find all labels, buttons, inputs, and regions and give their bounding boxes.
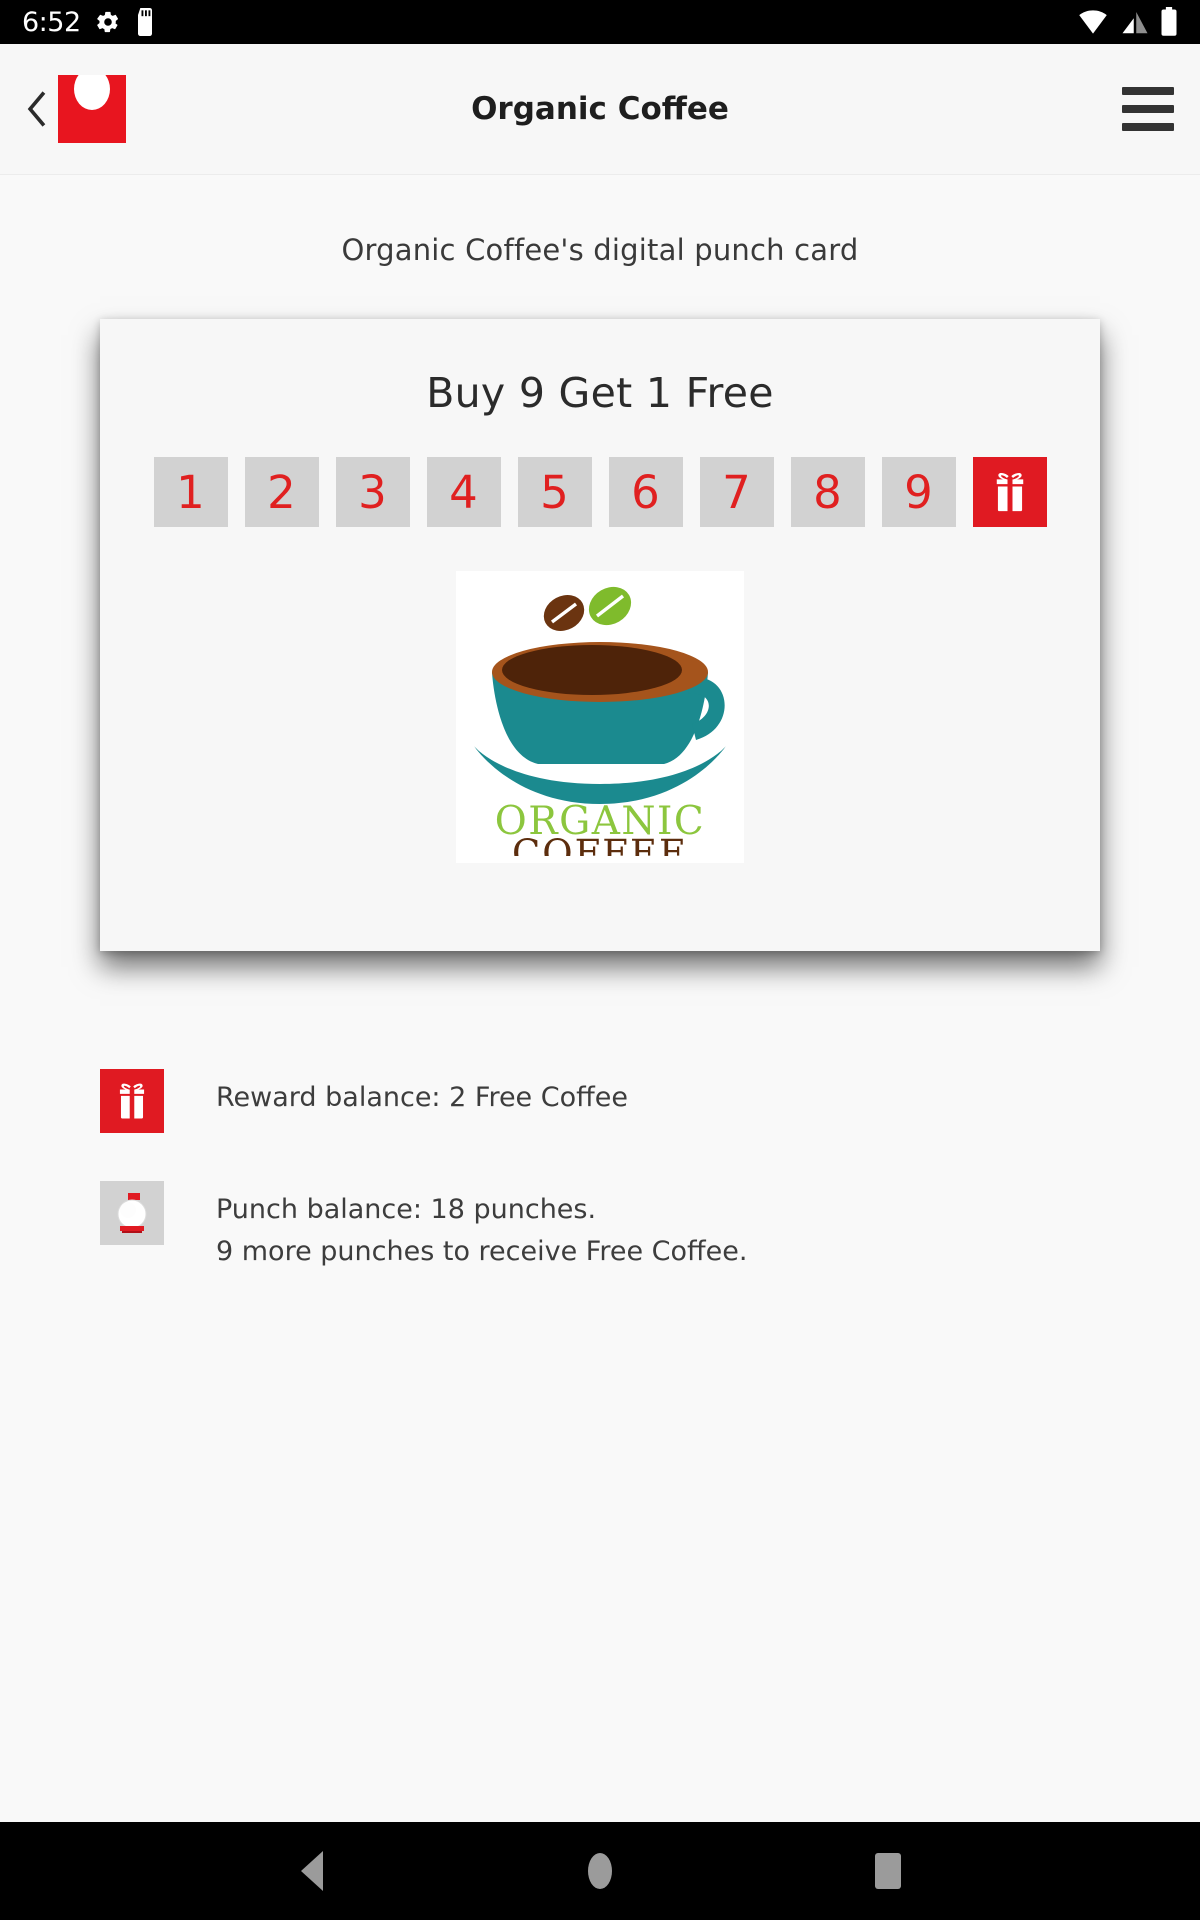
wifi-icon [1079,10,1107,34]
card-subtitle: Organic Coffee's digital punch card [341,233,859,267]
gear-icon [96,11,118,33]
balances-section: Reward balance: 2 Free Coffee Punch bala… [100,1069,1100,1273]
reward-balance-line-1: Reward balance: 2 Free Coffee [216,1082,628,1113]
punch-balance-text: Punch balance: 18 punches. 9 more punche… [216,1181,747,1273]
status-bar-left: 6:52 [22,7,155,38]
punch-balance-row: Punch balance: 18 punches. 9 more punche… [100,1181,1100,1273]
punch-balance-icon [100,1181,164,1245]
hamburger-menu-button[interactable] [1122,87,1174,131]
gift-icon [119,1083,145,1119]
reward-balance-icon [100,1069,164,1133]
punch-slot-5[interactable]: 5 [517,457,592,527]
hamburger-bar-3 [1122,123,1174,131]
punch-balance-line-1: Punch balance: 18 punches. [216,1194,597,1225]
hamburger-bar-2 [1122,105,1174,113]
punch-slot-9[interactable]: 9 [881,457,956,527]
status-bar-clock: 6:52 [22,6,81,38]
punch-balance-line-2: 9 more punches to receive Free Coffee. [216,1235,748,1267]
punch-slot-4[interactable]: 4 [426,457,501,527]
logo-word-coffee: COFFEE [512,832,688,856]
punchh-brand-logo[interactable] [58,68,126,143]
coffee-bean-green [588,586,632,626]
nav-home-button[interactable] [570,1841,630,1901]
chevron-left-icon [27,91,46,127]
home-circle-icon [588,1853,612,1889]
punch-slot-reward[interactable] [972,457,1047,527]
punch-slot-row: 1 2 3 4 5 6 7 8 9 [153,457,1047,527]
reward-balance-row: Reward balance: 2 Free Coffee [100,1069,1100,1133]
nav-back-button[interactable] [282,1841,342,1901]
main-content: Organic Coffee's digital punch card Buy … [0,175,1200,1822]
punch-slot-6[interactable]: 6 [608,457,683,527]
punch-slot-3[interactable]: 3 [335,457,410,527]
sd-card-icon [137,8,152,36]
punch-icon [117,1193,147,1233]
nav-recents-button[interactable] [858,1841,918,1901]
punch-slot-1[interactable]: 1 [153,457,228,527]
reward-balance-text: Reward balance: 2 Free Coffee [216,1069,628,1119]
organic-coffee-logo: ORGANIC COFFEE [456,571,744,863]
battery-icon [1161,7,1177,36]
punch-slot-8[interactable]: 8 [790,457,865,527]
back-triangle-icon [301,1851,323,1891]
organic-coffee-logo-icon: ORGANIC COFFEE [474,586,726,856]
offer-title: Buy 9 Get 1 Free [426,369,774,417]
gift-icon [996,473,1023,512]
app-bar: Organic Coffee [0,44,1200,175]
punch-card[interactable]: Buy 9 Get 1 Free 1 2 3 4 5 6 7 8 9 ORGAN… [100,319,1100,951]
recents-square-icon [875,1853,901,1889]
android-nav-bar [0,1822,1200,1920]
punch-slot-2[interactable]: 2 [244,457,319,527]
coffee-bean-brown [543,595,585,631]
status-bar: 6:52 [0,0,1200,44]
app-screen: 6:52 Organic Coffee Organic Coffee's dig… [0,0,1200,1920]
punch-card-wrapper: Buy 9 Get 1 Free 1 2 3 4 5 6 7 8 9 ORGAN… [100,319,1100,951]
cellular-signal-icon [1122,12,1148,34]
status-bar-right [1076,7,1178,37]
brand-logo-icon [58,68,126,143]
page-title: Organic Coffee [471,91,729,127]
hamburger-bar-1 [1122,87,1174,95]
back-button[interactable] [20,85,54,133]
punch-slot-7[interactable]: 7 [699,457,774,527]
